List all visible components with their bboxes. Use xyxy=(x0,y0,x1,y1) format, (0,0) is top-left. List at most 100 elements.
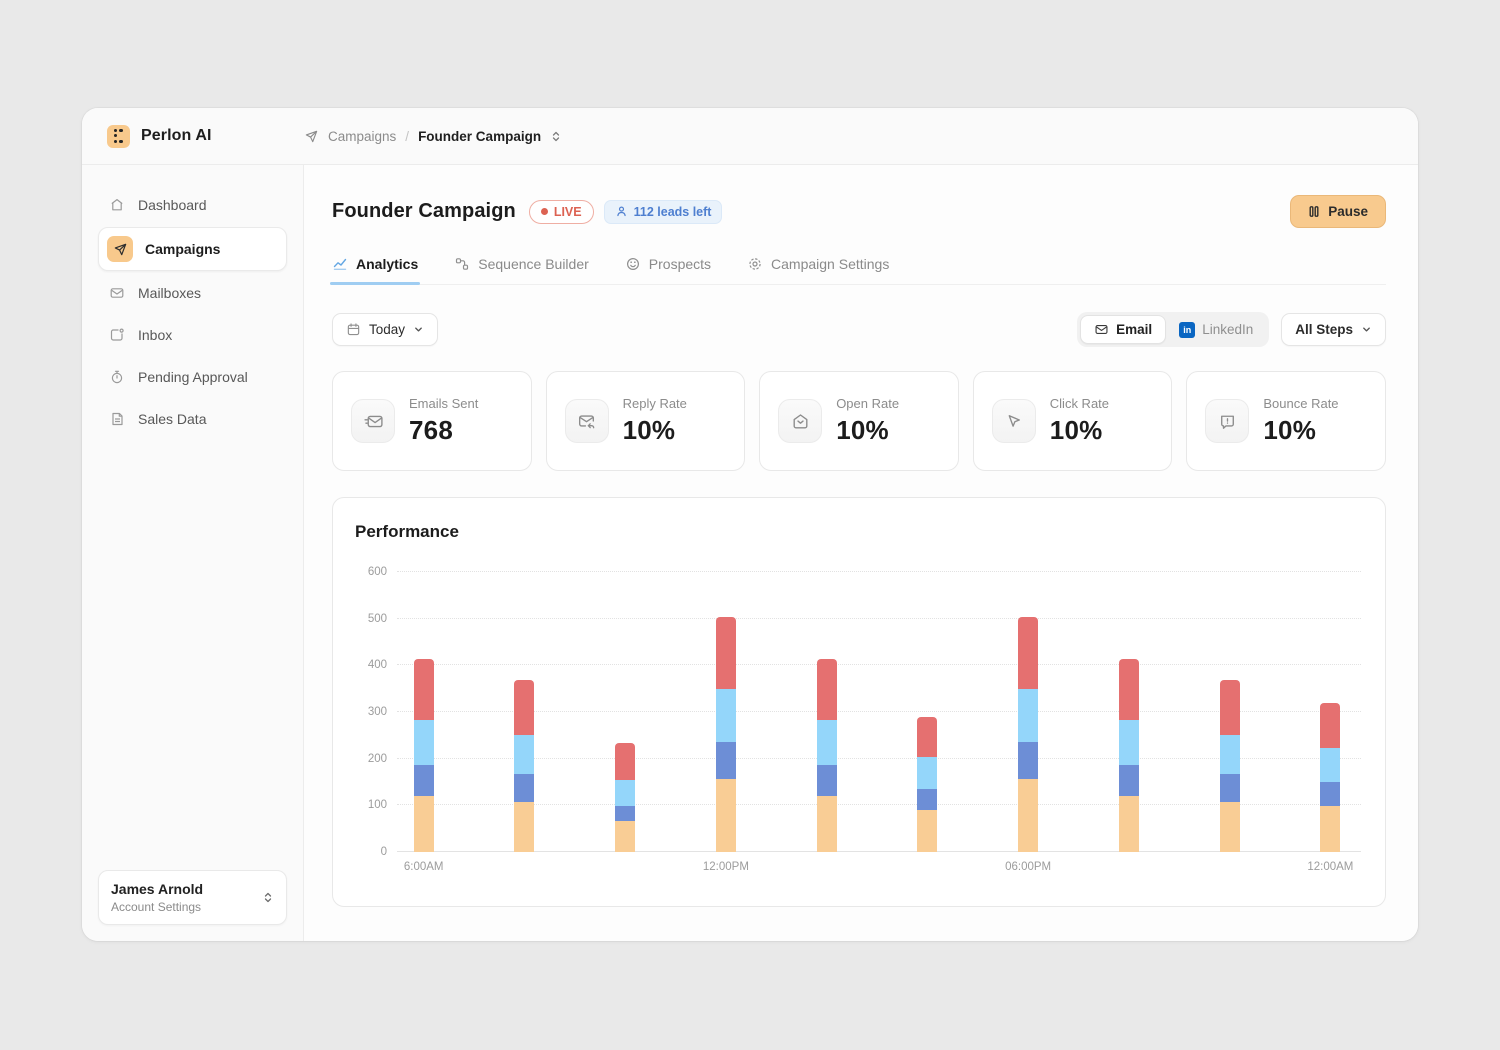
channel-linkedin-button[interactable]: in LinkedIn xyxy=(1166,316,1266,344)
y-tick-label: 0 xyxy=(381,846,387,858)
sidebar-item-label: Sales Data xyxy=(138,411,206,427)
inbox-icon xyxy=(108,326,126,344)
sidebar-item-campaigns[interactable]: Campaigns xyxy=(98,227,287,271)
gridline-400 xyxy=(397,664,1361,665)
blue-segment xyxy=(615,806,635,821)
stat-card-bounce-rate: Bounce Rate 10% xyxy=(1186,371,1386,471)
document-icon xyxy=(108,410,126,428)
stacked-bar-3[interactable] xyxy=(716,617,736,852)
live-status-badge: LIVE xyxy=(529,200,594,224)
brand: Perlon AI xyxy=(82,125,304,148)
tab-bar: Analytics Sequence Builder Prospects xyxy=(332,256,1386,285)
stat-card-open-rate: Open Rate 10% xyxy=(759,371,959,471)
stacked-bar-6[interactable] xyxy=(1018,617,1038,852)
gear-icon xyxy=(747,256,763,272)
performance-chart: 0100200300400500600 xyxy=(355,572,1361,852)
breadcrumb-section[interactable]: Campaigns xyxy=(328,129,396,144)
page-title: Founder Campaign xyxy=(332,200,516,223)
orange-segment xyxy=(716,779,736,852)
blue-segment xyxy=(414,765,434,796)
stacked-bar-8[interactable] xyxy=(1220,680,1240,852)
orange-segment xyxy=(1119,796,1139,852)
sidebar-item-inbox[interactable]: Inbox xyxy=(98,315,287,355)
red-segment xyxy=(1320,703,1340,748)
y-tick-label: 600 xyxy=(368,566,387,578)
sidebar-item-label: Mailboxes xyxy=(138,285,201,301)
pause-icon xyxy=(1308,205,1320,218)
sort-chevrons-icon[interactable] xyxy=(550,130,562,143)
gridline-200 xyxy=(397,758,1361,759)
blue-segment xyxy=(817,765,837,796)
pause-button[interactable]: Pause xyxy=(1290,195,1386,228)
orange-segment xyxy=(1320,806,1340,852)
breadcrumb-current[interactable]: Founder Campaign xyxy=(418,129,541,144)
stat-card-reply-rate: Reply Rate 10% xyxy=(546,371,746,471)
cursor-icon xyxy=(992,399,1036,443)
stat-card-click-rate: Click Rate 10% xyxy=(973,371,1173,471)
x-tick-label: 06:00PM xyxy=(1005,861,1051,873)
sidebar-item-label: Dashboard xyxy=(138,197,207,213)
stacked-bar-7[interactable] xyxy=(1119,659,1139,852)
stacked-bar-0[interactable] xyxy=(414,659,434,852)
sidebar-item-pending-approval[interactable]: Pending Approval xyxy=(98,357,287,397)
blue-segment xyxy=(1320,782,1340,805)
desktop: { "topbar": { "brand": "Perlon AI", "bre… xyxy=(0,0,1500,1050)
stat-value: 10% xyxy=(1263,415,1338,446)
brand-name: Perlon AI xyxy=(141,127,212,145)
stat-value: 10% xyxy=(836,415,899,446)
stacked-bar-2[interactable] xyxy=(615,743,635,852)
filters-row: Today Email in LinkedIn xyxy=(332,312,1386,347)
stat-label: Bounce Rate xyxy=(1263,396,1338,411)
light-blue-segment xyxy=(917,757,937,789)
blue-segment xyxy=(917,789,937,810)
light-blue-segment xyxy=(615,780,635,806)
send-email-icon xyxy=(351,399,395,443)
sidebar-item-dashboard[interactable]: Dashboard xyxy=(98,185,287,225)
orange-segment xyxy=(917,810,937,852)
y-tick-label: 500 xyxy=(368,613,387,625)
light-blue-segment xyxy=(1119,720,1139,765)
envelope-icon xyxy=(1094,322,1109,337)
red-segment xyxy=(917,717,937,758)
stopwatch-icon xyxy=(108,368,126,386)
account-settings-card[interactable]: James Arnold Account Settings xyxy=(98,870,287,925)
home-icon xyxy=(108,196,126,214)
stat-value: 10% xyxy=(623,415,687,446)
light-blue-segment xyxy=(1220,735,1240,774)
calendar-icon xyxy=(346,322,361,337)
stacked-bar-4[interactable] xyxy=(817,659,837,852)
tab-sequence-builder[interactable]: Sequence Builder xyxy=(454,256,589,284)
blue-segment xyxy=(1018,742,1038,778)
stat-label: Click Rate xyxy=(1050,396,1109,411)
tab-campaign-settings[interactable]: Campaign Settings xyxy=(747,256,889,284)
sidebar-item-mailboxes[interactable]: Mailboxes xyxy=(98,273,287,313)
main-content: Founder Campaign LIVE 112 leads left Pau… xyxy=(304,165,1418,941)
light-blue-segment xyxy=(1018,689,1038,743)
stacked-bar-1[interactable] xyxy=(514,680,534,852)
stacked-bar-9[interactable] xyxy=(1320,703,1340,852)
orange-segment xyxy=(817,796,837,852)
sidebar-item-sales-data[interactable]: Sales Data xyxy=(98,399,287,439)
reply-envelope-icon xyxy=(565,399,609,443)
steps-dropdown[interactable]: All Steps xyxy=(1281,313,1386,346)
tab-analytics[interactable]: Analytics xyxy=(332,256,418,284)
paper-plane-icon xyxy=(304,129,319,144)
y-tick-label: 300 xyxy=(368,706,387,718)
person-icon xyxy=(615,205,628,218)
y-tick-label: 100 xyxy=(368,799,387,811)
red-segment xyxy=(1018,617,1038,688)
date-range-dropdown[interactable]: Today xyxy=(332,313,438,346)
orange-segment xyxy=(1220,802,1240,852)
orange-segment xyxy=(615,821,635,852)
account-name: James Arnold xyxy=(111,881,203,897)
stat-value: 768 xyxy=(409,415,478,446)
tab-prospects[interactable]: Prospects xyxy=(625,256,711,284)
chat-alert-icon xyxy=(1205,399,1249,443)
stat-value: 10% xyxy=(1050,415,1109,446)
channel-email-button[interactable]: Email xyxy=(1080,315,1166,344)
paper-plane-icon xyxy=(107,236,133,262)
light-blue-segment xyxy=(716,689,736,743)
line-chart-icon xyxy=(332,256,348,272)
stacked-bar-5[interactable] xyxy=(917,717,937,852)
red-segment xyxy=(1119,659,1139,720)
